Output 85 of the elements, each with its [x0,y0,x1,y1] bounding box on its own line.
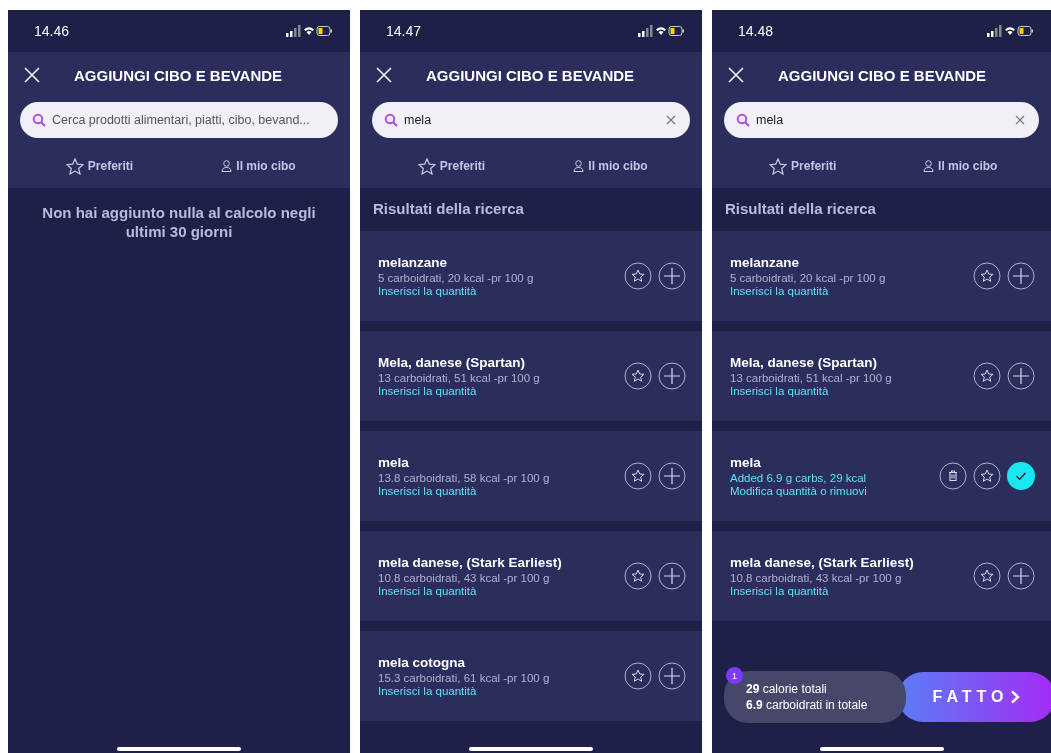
total-line: 29 calorie totali [746,681,828,697]
tab[interactable]: Preferiti [372,154,531,178]
clear-icon[interactable] [666,115,676,125]
tab[interactable]: Il mio cibo [179,154,338,178]
food-detail: 13 carboidrati, 51 kcal -pr 100 g [730,372,892,384]
add-icon[interactable] [658,462,686,490]
empty-message: Non hai aggiunto nulla al calcolo negli ultimi 30 giorni [41,204,317,242]
person-icon [923,160,935,172]
food-detail: 15.3 carboidrati, 61 kcal -pr 100 g [378,672,550,684]
star-icon [769,157,788,175]
search-field[interactable]: Cerca prodotti alimentari, piatti, cibo, bevand... [20,102,338,138]
food-name: mela danese, (Stark Earliest) [730,555,914,570]
food-name: mela [730,455,762,470]
food-card[interactable]: mela cotogna 15.3 carboidrati, 61 kcal -pr 100 g Inserisci la quantità [360,631,702,721]
search-icon [736,113,750,127]
food-card[interactable]: mela danese, (Stark Earliest) 10.8 carboidrati, 43 kcal -pr 100 g Inserisci la quantità [712,531,1051,621]
tab[interactable]: Il mio cibo [531,154,690,178]
status-icons [286,25,332,37]
results-heading: Risultati della ricerca [725,200,876,217]
status-icons [638,25,684,37]
person-icon [573,160,585,172]
total-line: 6.9 carboidrati in totale [746,697,869,713]
chevron-icon [1010,690,1021,704]
quantity-link[interactable]: Inserisci la quantità [378,585,562,597]
food-name: mela cotogna [378,655,467,670]
results-heading: Risultati della ricerca [373,200,524,217]
food-card[interactable]: mela danese, (Stark Earliest) 10.8 carboidrati, 43 kcal -pr 100 g Inserisci la quantità [360,531,702,621]
check-icon[interactable] [1007,462,1035,490]
add-icon[interactable] [658,362,686,390]
screen-title: AGGIUNGI CIBO E BEVANDE [74,66,283,84]
screen-title: AGGIUNGI CIBO E BEVANDE [778,66,987,84]
trash-icon[interactable] [939,462,967,490]
close-icon[interactable] [24,67,40,83]
food-name: mela danese, (Stark Earliest) [378,555,562,570]
star-icon [417,157,436,175]
person-icon [221,160,233,172]
quantity-link[interactable]: Modifica quantità o rimuovi [730,485,867,497]
food-name: Mela, danese (Spartan) [730,355,879,370]
food-detail: 5 carboidrati, 20 kcal -pr 100 g [378,272,534,284]
quantity-link[interactable]: Inserisci la quantità [378,285,534,297]
status-icons [987,25,1033,37]
add-icon[interactable] [1007,262,1035,290]
count-badge: 1 [726,667,743,684]
add-icon[interactable] [658,262,686,290]
search-icon [384,113,398,127]
status-time: 14.46 [34,23,70,39]
add-icon[interactable] [658,562,686,590]
status-time: 14.47 [386,23,422,39]
search-field[interactable]: mela [724,102,1039,138]
food-detail: 10.8 carboidrati, 43 kcal -pr 100 g [730,572,903,584]
food-name: Mela, danese (Spartan) [378,355,527,370]
quantity-link[interactable]: Inserisci la quantità [378,485,550,497]
search-field[interactable]: mela [372,102,690,138]
add-icon[interactable] [1007,562,1035,590]
food-card[interactable]: melanzane 5 carboidrati, 20 kcal -pr 100 g Inserisci la quantità [712,231,1051,321]
food-detail: Added 6.9 g carbs, 29 kcal [730,472,867,484]
clear-icon[interactable] [1015,115,1025,125]
food-name: melanzane [378,255,449,270]
quantity-link[interactable]: Inserisci la quantità [730,285,886,297]
close-icon[interactable] [376,67,392,83]
quantity-link[interactable]: Inserisci la quantità [730,585,914,597]
food-name: melanzane [730,255,801,270]
food-detail: 13 carboidrati, 51 kcal -pr 100 g [378,372,540,384]
food-card[interactable]: mela 13.8 carboidrati, 58 kcal -pr 100 g Inserisci la quantità [360,431,702,521]
quantity-link[interactable]: Inserisci la quantità [730,385,892,397]
food-card[interactable]: Mela, danese (Spartan) 13 carboidrati, 51 kcal -pr 100 g Inserisci la quantità [712,331,1051,421]
star-icon [65,157,84,175]
tab[interactable]: Preferiti [20,154,179,178]
food-name: mela [378,455,410,470]
quantity-link[interactable]: Inserisci la quantità [378,385,540,397]
food-detail: 13.8 carboidrati, 58 kcal -pr 100 g [378,472,550,484]
quantity-link[interactable]: Inserisci la quantità [378,685,550,697]
screen-title: AGGIUNGI CIBO E BEVANDE [426,66,635,84]
status-time: 14.48 [738,23,774,39]
add-icon[interactable] [658,662,686,690]
search-icon [32,113,46,127]
add-icon[interactable] [1007,362,1035,390]
food-card[interactable]: Mela, danese (Spartan) 13 carboidrati, 51 kcal -pr 100 g Inserisci la quantità [360,331,702,421]
tab[interactable]: Il mio cibo [881,154,1039,178]
food-detail: 5 carboidrati, 20 kcal -pr 100 g [730,272,886,284]
tab[interactable]: Preferiti [724,154,882,178]
food-card[interactable]: mela Added 6.9 g carbs, 29 kcal Modifica quantità o rimuovi [712,431,1051,521]
food-detail: 10.8 carboidrati, 43 kcal -pr 100 g [378,572,551,584]
close-icon[interactable] [728,67,744,83]
food-card[interactable]: melanzane 5 carboidrati, 20 kcal -pr 100 g Inserisci la quantità [360,231,702,321]
